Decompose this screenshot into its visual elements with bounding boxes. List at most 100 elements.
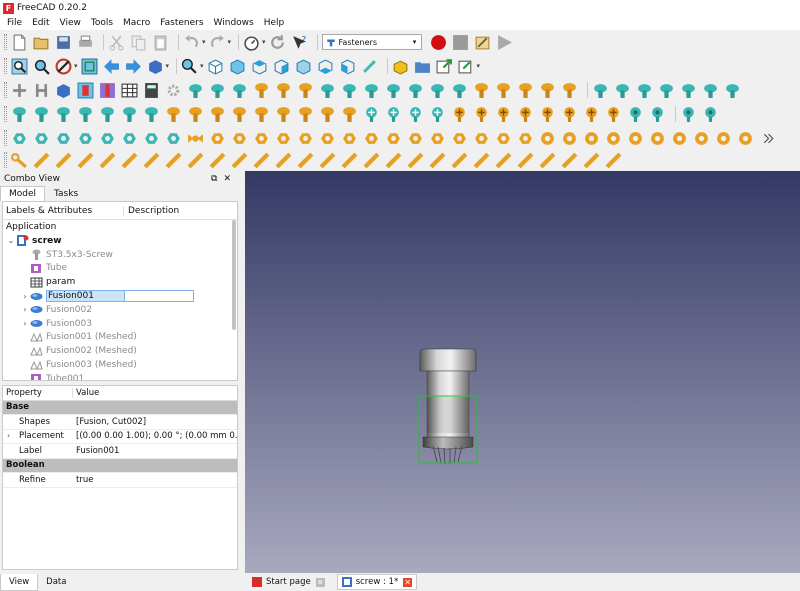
rod-26-icon[interactable] <box>583 152 600 169</box>
menu-file[interactable]: File <box>2 16 27 30</box>
cube-icon[interactable] <box>55 82 72 99</box>
orange-washer-9-icon[interactable] <box>715 130 732 147</box>
orange-screw-3-icon[interactable] <box>297 82 314 99</box>
rod-1-icon[interactable] <box>33 152 50 169</box>
orange-wing-nut-icon[interactable] <box>187 130 204 147</box>
teal-screw-9-icon[interactable] <box>429 82 446 99</box>
teal-cross-screw-3-icon[interactable] <box>407 106 424 123</box>
orange-pan-screw-7-icon[interactable] <box>297 106 314 123</box>
menu-macro[interactable]: Macro <box>118 16 155 30</box>
teal-socket-screw-2-icon[interactable] <box>649 106 666 123</box>
tab-data[interactable]: Data <box>38 574 74 590</box>
orange-washer-8-icon[interactable] <box>693 130 710 147</box>
orange-nut-15-icon[interactable] <box>517 130 534 147</box>
orange-pan-screw-4-icon[interactable] <box>231 106 248 123</box>
tree-item[interactable]: ST3.5x3-Screw <box>3 248 237 262</box>
teal-cross-screw-4-icon[interactable] <box>429 106 446 123</box>
toolbar-grip[interactable] <box>4 34 7 50</box>
orange-washer-6-icon[interactable] <box>649 130 666 147</box>
tree-col-labels[interactable]: Labels & Attributes <box>3 205 124 216</box>
property-row[interactable]: › Placement [(0.00 0.00 1.00); 0.00 °; (0.… <box>3 430 237 444</box>
measure-icon[interactable] <box>361 58 378 75</box>
teal-hex-screw-3-icon[interactable] <box>55 106 72 123</box>
teal-cross-screw-1-icon[interactable] <box>363 106 380 123</box>
orange-washer-4-icon[interactable] <box>605 130 622 147</box>
bom-spreadsheet-icon[interactable] <box>121 82 138 99</box>
macro-dropdown-icon[interactable]: ▾ <box>262 38 266 46</box>
doc-tab-screw[interactable]: screw : 1* ✕ <box>336 574 418 590</box>
orange-washer-5-icon[interactable] <box>627 130 644 147</box>
orange-nut-4-icon[interactable] <box>275 130 292 147</box>
teal-nut-7-icon[interactable] <box>143 130 160 147</box>
rod-18-icon[interactable] <box>407 152 424 169</box>
orange-washer-2-icon[interactable] <box>561 130 578 147</box>
teal-screw-6-icon[interactable] <box>363 82 380 99</box>
teal-hex-screw-1-icon[interactable] <box>11 106 28 123</box>
fit-all-icon[interactable] <box>11 58 28 75</box>
property-group[interactable]: Base <box>3 400 237 415</box>
toolbar-grip[interactable] <box>4 106 7 122</box>
orange-pan-screw-6-icon[interactable] <box>275 106 292 123</box>
whats-this-icon[interactable]: ? <box>291 34 308 51</box>
close-icon[interactable]: ✕ <box>315 577 325 587</box>
teal-hex-screw-7-icon[interactable] <box>143 106 160 123</box>
teal-screw-12-icon[interactable] <box>614 82 631 99</box>
menu-fasteners[interactable]: Fasteners <box>155 16 208 30</box>
rod-24-icon[interactable] <box>539 152 556 169</box>
teal-nut-3-icon[interactable] <box>55 130 72 147</box>
orange-screw-2-icon[interactable] <box>275 82 292 99</box>
teal-screw-4-icon[interactable] <box>319 82 336 99</box>
rod-23-icon[interactable] <box>517 152 534 169</box>
orange-cross-screw-1-icon[interactable] <box>451 106 468 123</box>
orange-screw-7-icon[interactable] <box>539 82 556 99</box>
rod-17-icon[interactable] <box>385 152 402 169</box>
property-value[interactable]: true <box>73 475 237 485</box>
macro-stopwatch-icon[interactable] <box>243 34 260 51</box>
save-icon[interactable] <box>55 34 72 51</box>
fit-selection-icon[interactable] <box>33 58 50 75</box>
open-folder-icon[interactable] <box>33 34 50 51</box>
teal-socket-screw-1-icon[interactable] <box>627 106 644 123</box>
teal-screw-14-icon[interactable] <box>658 82 675 99</box>
tree-item[interactable]: param <box>3 275 237 289</box>
tree-item[interactable]: Tube <box>3 262 237 276</box>
orange-pan-screw-3-icon[interactable] <box>209 106 226 123</box>
group-folder-icon[interactable] <box>414 58 431 75</box>
orange-nut-9-icon[interactable] <box>385 130 402 147</box>
property-value[interactable]: [(0.00 0.00 1.00); 0.00 °; (0.00 mm 0.00… <box>73 431 237 441</box>
paste-icon[interactable] <box>152 34 169 51</box>
orange-cross-screw-8-icon[interactable] <box>605 106 622 123</box>
screw-model[interactable] <box>419 348 477 465</box>
tab-tasks[interactable]: Tasks <box>45 186 87 201</box>
move-fastener-icon[interactable] <box>11 82 28 99</box>
rod-16-icon[interactable] <box>363 152 380 169</box>
orange-washer-10-icon[interactable] <box>737 130 754 147</box>
redo-icon[interactable] <box>209 34 226 51</box>
view-iso-icon[interactable] <box>207 58 224 75</box>
teal-screw-3-icon[interactable] <box>231 82 248 99</box>
orange-nut-1-icon[interactable] <box>209 130 226 147</box>
float-window-icon[interactable]: ⧉ <box>211 174 223 184</box>
tree-item[interactable]: Fusion003 (Meshed) <box>3 358 237 372</box>
rod-21-icon[interactable] <box>473 152 490 169</box>
rod-13-icon[interactable] <box>297 152 314 169</box>
refresh-icon[interactable] <box>269 34 286 51</box>
orange-pan-screw-2-icon[interactable] <box>187 106 204 123</box>
close-icon[interactable]: ✕ <box>403 577 413 587</box>
rod-22-icon[interactable] <box>495 152 512 169</box>
link-icon[interactable] <box>436 58 453 75</box>
chevron-down-icon[interactable]: ⌄ <box>6 236 16 245</box>
teal-screw-17-icon[interactable] <box>724 82 741 99</box>
orange-nut-13-icon[interactable] <box>473 130 490 147</box>
gear-icon[interactable] <box>165 82 182 99</box>
toolbar-grip[interactable] <box>4 152 7 168</box>
orange-cross-screw-6-icon[interactable] <box>561 106 578 123</box>
toolbar-grip[interactable] <box>4 58 7 74</box>
orange-pan-screw-5-icon[interactable] <box>253 106 270 123</box>
toolbar-grip[interactable] <box>4 130 7 146</box>
zoom-icon[interactable] <box>181 58 198 75</box>
property-col-property[interactable]: Property <box>3 387 73 398</box>
tree-item[interactable]: › Fusion003 <box>3 317 237 331</box>
link-dropdown-icon[interactable]: ▾ <box>477 62 481 70</box>
teal-screw-7-icon[interactable] <box>385 82 402 99</box>
